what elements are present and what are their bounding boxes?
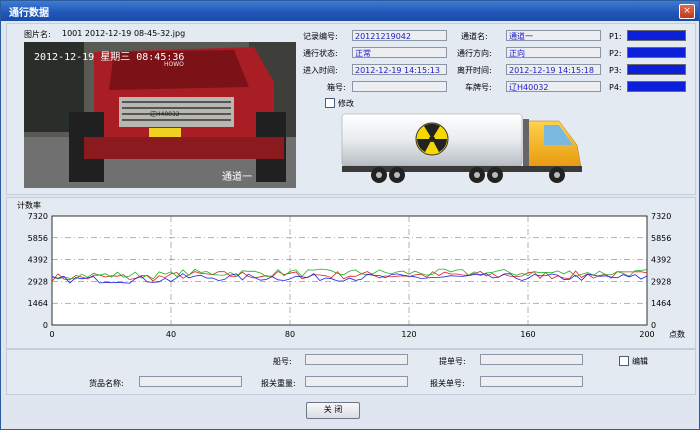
- window-title: 通行数据: [9, 8, 49, 19]
- status-label: 通行状态:: [303, 49, 338, 58]
- modify-checkbox[interactable]: [325, 98, 335, 108]
- declared-weight-label: 报关重量:: [261, 379, 296, 388]
- cargo-form-panel: 船号: 提单号: 编辑 货品名称: 报关重量: 报关单号:: [6, 349, 696, 395]
- box-no-field: [352, 81, 447, 92]
- record-no-field: 20121219042: [352, 30, 447, 41]
- p2-label: P2:: [609, 49, 622, 58]
- x-tick-label: 0: [49, 330, 54, 339]
- y-tick-label-left: 2928: [28, 277, 48, 286]
- lane-name-field: 通道一: [506, 30, 601, 41]
- title-bar: 通行数据 ×: [1, 1, 699, 21]
- leave-time-label: 离开时间:: [457, 66, 492, 75]
- y-tick-label-left: 4392: [28, 256, 48, 265]
- modify-label: 修改: [338, 99, 354, 108]
- y-tick-label-right: 5856: [651, 234, 671, 243]
- x-tick-label: 160: [520, 330, 535, 339]
- photo-plate-text: 辽H40032: [150, 111, 180, 118]
- leave-time-field: 2012-12-19 14:15:18: [506, 64, 601, 75]
- p4-label: P4:: [609, 83, 622, 92]
- y-tick-label-right: 4392: [651, 256, 671, 265]
- y-tick-label-left: 7320: [28, 212, 48, 221]
- edit-label: 编辑: [632, 357, 648, 366]
- photo-lane-overlay: 通道一: [222, 172, 252, 183]
- vehicle-photo: 2012-12-19 星期三 08:45:36 辽H40032 HOWO 通道一: [24, 42, 296, 188]
- ship-no-label: 船号:: [273, 357, 292, 366]
- y-tick-label-right: 1464: [651, 299, 671, 308]
- photo-brand-text: HOWO: [164, 61, 184, 68]
- edit-checkbox[interactable]: [619, 356, 629, 366]
- photo-timestamp-overlay: 2012-12-19 星期三 08:45:36: [34, 52, 185, 63]
- count-rate-chart: 计数率0 01464 14642928 29284392 43925856 5856732…: [17, 200, 685, 339]
- bill-no-field[interactable]: [480, 354, 583, 365]
- x-tick-label: 200: [639, 330, 654, 339]
- y-tick-label-left: 1464: [28, 299, 48, 308]
- y-tick-label-right: 0: [651, 321, 656, 330]
- declared-weight-field[interactable]: [305, 376, 408, 387]
- chart-title: 计数率: [17, 200, 41, 210]
- x-tick-label: 40: [166, 330, 176, 339]
- x-tick-label: 120: [401, 330, 416, 339]
- ship-no-field[interactable]: [305, 354, 408, 365]
- close-button[interactable]: 关 闭: [306, 402, 360, 419]
- p3-indicator: [627, 64, 686, 75]
- box-no-label: 箱号:: [327, 83, 346, 92]
- plate-field: 辽H40032: [506, 81, 601, 92]
- filename-label: 图片名:: [24, 30, 51, 39]
- bill-no-label: 提单号:: [439, 357, 466, 366]
- direction-field: 正向: [506, 47, 601, 58]
- x-tick-label: 80: [285, 330, 295, 339]
- goods-field[interactable]: [139, 376, 242, 387]
- declaration-no-field[interactable]: [480, 376, 583, 387]
- direction-label: 通行方向:: [457, 49, 492, 58]
- p3-label: P3:: [609, 66, 622, 75]
- y-tick-label-left: 5856: [28, 234, 48, 243]
- status-field: 正常: [352, 47, 447, 58]
- enter-time-label: 进入时间:: [303, 66, 338, 75]
- y-tick-label-right: 7320: [651, 212, 671, 221]
- window: 通行数据 × 图片名: 1001 2012-12-19 08-45-32.jpg: [0, 0, 700, 430]
- p1-label: P1:: [609, 32, 622, 41]
- count-rate-chart-panel: 计数率 0 0 1464 1464 2928 2928 4392 4392 5856 5856 732…: [6, 197, 696, 349]
- declaration-no-label: 报关单号:: [430, 379, 465, 388]
- goods-label: 货品名称:: [89, 379, 124, 388]
- x-axis-label: 点数: [669, 329, 685, 339]
- radiation-truck-icon: [341, 113, 582, 183]
- top-panel: 图片名: 1001 2012-12-19 08-45-32.jpg 2012-1…: [6, 23, 696, 195]
- enter-time-field: 2012-12-19 14:15:13: [352, 64, 447, 75]
- plate-label: 车牌号:: [465, 83, 492, 92]
- window-close-button[interactable]: ×: [679, 4, 695, 19]
- lane-name-label: 通道名:: [461, 32, 488, 41]
- p1-indicator: [627, 30, 686, 41]
- filename-value: 1001 2012-12-19 08-45-32.jpg: [62, 29, 186, 38]
- p4-indicator: [627, 81, 686, 92]
- record-no-label: 记录编号:: [303, 32, 338, 41]
- y-tick-label-right: 2928: [651, 277, 671, 286]
- p2-indicator: [627, 47, 686, 58]
- y-tick-label-left: 0: [43, 321, 48, 330]
